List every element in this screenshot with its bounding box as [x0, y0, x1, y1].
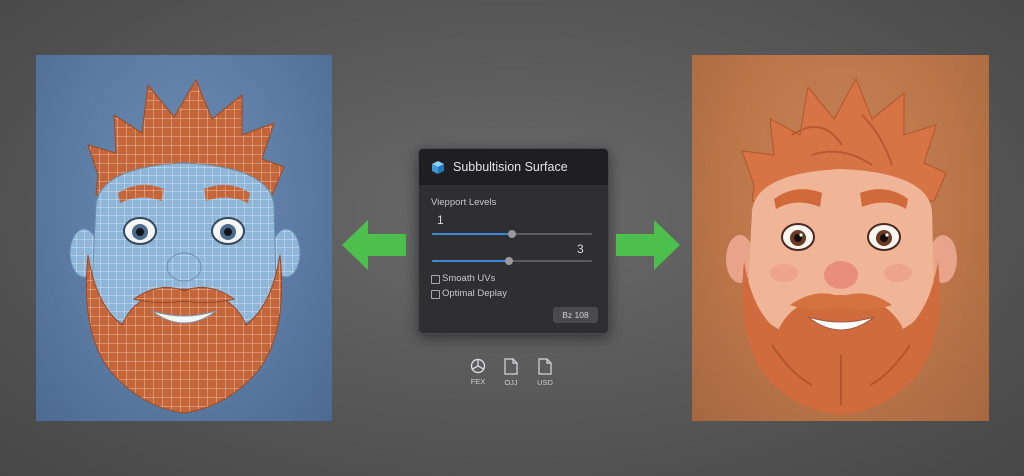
wireframe-head-illustration: [69, 78, 301, 414]
render-slider-handle[interactable]: [504, 257, 513, 265]
smooth-uvs-checkbox[interactable]: [431, 275, 440, 284]
viewport-levels-value: 1: [437, 213, 444, 227]
dialog-title: Subbultision Surface: [453, 160, 568, 174]
smooth-render-image: [692, 55, 989, 421]
obj-file-icon: [504, 358, 518, 375]
arrow-left-icon: [342, 220, 406, 270]
optimal-display-checkbox[interactable]: [431, 290, 440, 299]
smooth-uvs-label: Smoath UVs: [442, 273, 496, 284]
format-usd-label: USD: [537, 378, 553, 387]
cube-icon: [432, 160, 444, 174]
smooth-head-illustration: [726, 77, 957, 415]
format-obj[interactable]: OJJ: [496, 358, 526, 387]
usd-file-icon: [538, 358, 552, 375]
optimal-display-label: Optimal Deplay: [442, 288, 507, 299]
fbx-icon: [470, 358, 486, 374]
subdivision-surface-dialog: Subbultision Surface Viepport Levels 1 3…: [418, 148, 609, 334]
render-levels-slider[interactable]: [432, 257, 592, 265]
format-obj-label: OJJ: [504, 378, 518, 387]
viewport-levels-slider[interactable]: [432, 230, 592, 238]
viewport-levels-label: Viepport Levels: [431, 197, 497, 208]
render-slider-fill: [432, 260, 509, 262]
render-levels-value: 3: [577, 242, 584, 256]
dialog-titlebar: Subbultision Surface: [419, 149, 608, 185]
format-fbx[interactable]: FEX: [463, 358, 493, 386]
viewport-slider-handle[interactable]: [508, 230, 516, 238]
viewport-slider-fill: [432, 233, 512, 235]
format-fbx-label: FEX: [470, 377, 486, 386]
ok-button[interactable]: Bz 108: [553, 307, 598, 323]
wireframe-render-image: [36, 55, 332, 421]
format-usd[interactable]: USD: [530, 358, 560, 387]
arrow-right-icon: [616, 220, 680, 270]
